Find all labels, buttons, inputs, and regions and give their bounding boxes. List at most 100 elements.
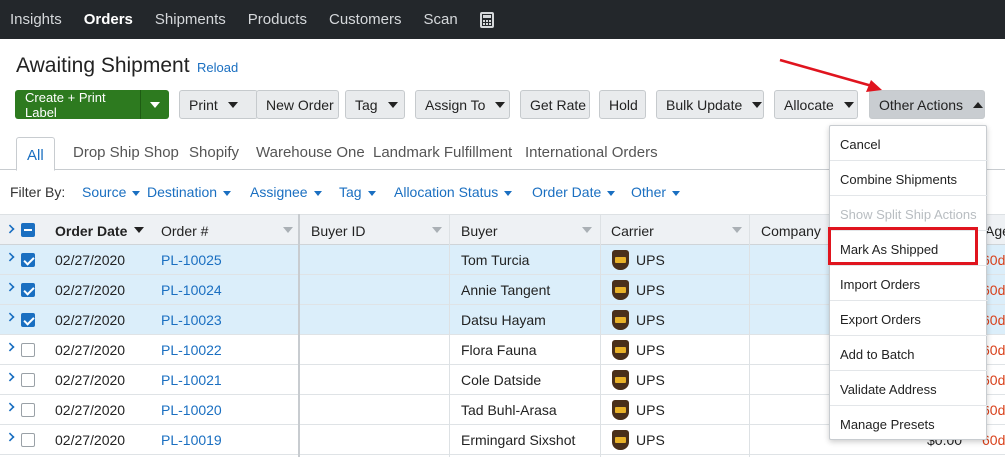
header-carrier[interactable]: Carrier <box>611 223 654 239</box>
assign-to-label: Assign To <box>425 96 486 113</box>
filter-other[interactable]: Other <box>631 184 681 200</box>
sort-desc-icon[interactable] <box>134 227 144 233</box>
menu-item-export-orders[interactable]: Export Orders <box>830 301 988 336</box>
ups-logo-icon <box>612 310 629 330</box>
buyer-cell: Annie Tangent <box>461 282 551 298</box>
create-print-dropdown-toggle[interactable] <box>141 90 169 119</box>
chevron-down-icon <box>672 190 681 196</box>
expand-row-chevron-icon[interactable] <box>5 312 15 322</box>
new-order-button[interactable]: New Order <box>256 90 339 119</box>
create-print-label-label[interactable]: Create + Print Label <box>15 90 141 120</box>
header-buyer-id[interactable]: Buyer ID <box>311 223 365 239</box>
expand-row-chevron-icon[interactable] <box>5 342 15 352</box>
header-order-date[interactable]: Order Date <box>55 223 127 239</box>
tab-landmark-fulfillment[interactable]: Landmark Fulfillment <box>373 144 512 161</box>
top-nav: Insights Orders Shipments Products Custo… <box>0 0 1005 39</box>
order-number-link[interactable]: PL-10025 <box>161 252 222 268</box>
select-all-checkbox[interactable] <box>21 223 35 237</box>
header-company[interactable]: Company <box>761 223 821 239</box>
expand-row-chevron-icon[interactable] <box>5 432 15 442</box>
column-menu-icon[interactable] <box>283 227 293 233</box>
row-checkbox[interactable] <box>21 313 35 327</box>
filter-tag-label: Tag <box>339 184 362 200</box>
order-number-link[interactable]: PL-10024 <box>161 282 222 298</box>
order-number-link[interactable]: PL-10022 <box>161 342 222 358</box>
order-number-link[interactable]: PL-10021 <box>161 372 222 388</box>
header-age[interactable]: Age <box>985 223 1005 239</box>
column-divider <box>749 214 750 457</box>
expand-all-chevron-icon[interactable] <box>5 224 15 234</box>
bulk-update-button[interactable]: Bulk Update <box>656 90 764 119</box>
nav-insights[interactable]: Insights <box>10 11 62 28</box>
calculator-icon[interactable] <box>479 11 494 28</box>
tab-international-orders[interactable]: International Orders <box>525 144 658 161</box>
column-menu-icon[interactable] <box>732 227 742 233</box>
other-actions-menu: Cancel Combine Shipments Show Split Ship A… <box>829 125 988 441</box>
order-date-cell: 02/27/2020 <box>55 402 126 418</box>
nav-shipments[interactable]: Shipments <box>155 11 226 28</box>
column-menu-icon[interactable] <box>582 227 592 233</box>
print-button[interactable]: Print <box>179 90 258 119</box>
nav-customers[interactable]: Customers <box>329 11 402 28</box>
expand-row-chevron-icon[interactable] <box>5 252 15 262</box>
buyer-cell: Flora Fauna <box>461 342 537 358</box>
header-order-number[interactable]: Order # <box>161 223 208 239</box>
row-checkbox[interactable] <box>21 433 35 447</box>
other-actions-label: Other Actions <box>879 96 964 113</box>
order-number-link[interactable]: PL-10020 <box>161 402 222 418</box>
column-menu-icon[interactable] <box>432 227 442 233</box>
filter-destination-label: Destination <box>147 184 218 200</box>
filter-source-label: Source <box>82 184 127 200</box>
menu-item-manage-presets[interactable]: Manage Presets <box>830 406 988 441</box>
row-checkbox[interactable] <box>21 283 35 297</box>
expand-row-chevron-icon[interactable] <box>5 402 15 412</box>
nav-scan[interactable]: Scan <box>424 11 458 28</box>
header-buyer[interactable]: Buyer <box>461 223 498 239</box>
order-number-link[interactable]: PL-10019 <box>161 432 222 448</box>
get-rate-button[interactable]: Get Rate <box>520 90 590 119</box>
print-label: Print <box>189 96 218 113</box>
reload-link[interactable]: Reload <box>197 60 238 75</box>
nav-orders[interactable]: Orders <box>84 11 133 28</box>
ups-logo-icon <box>612 280 629 300</box>
column-divider <box>298 214 300 457</box>
filter-source[interactable]: Source <box>82 184 141 200</box>
order-date-cell: 02/27/2020 <box>55 432 126 448</box>
chevron-down-icon <box>607 190 616 196</box>
row-checkbox[interactable] <box>21 343 35 357</box>
tab-drop-ship-shop[interactable]: Drop Ship Shop <box>73 144 179 161</box>
menu-item-add-to-batch[interactable]: Add to Batch <box>830 336 988 371</box>
chevron-down-icon <box>227 101 238 108</box>
menu-item-validate-address[interactable]: Validate Address <box>830 371 988 406</box>
row-checkbox[interactable] <box>21 373 35 387</box>
order-number-link[interactable]: PL-10023 <box>161 312 222 328</box>
filter-assignee[interactable]: Assignee <box>250 184 322 200</box>
get-rate-label: Get Rate <box>530 96 587 113</box>
nav-products[interactable]: Products <box>248 11 307 28</box>
row-checkbox[interactable] <box>21 403 35 417</box>
ups-logo-icon <box>612 400 629 420</box>
buyer-cell: Tom Turcia <box>461 252 530 268</box>
hold-button[interactable]: Hold <box>599 90 646 119</box>
expand-row-chevron-icon[interactable] <box>5 282 15 292</box>
filter-order-date[interactable]: Order Date <box>532 184 616 200</box>
menu-item-cancel[interactable]: Cancel <box>830 126 988 161</box>
tab-shopify[interactable]: Shopify <box>189 144 239 161</box>
expand-row-chevron-icon[interactable] <box>5 372 15 382</box>
filter-allocation-status[interactable]: Allocation Status <box>394 184 513 200</box>
menu-item-combine-shipments[interactable]: Combine Shipments <box>830 161 988 196</box>
menu-item-import-orders[interactable]: Import Orders <box>830 266 988 301</box>
filter-tag[interactable]: Tag <box>339 184 376 200</box>
tab-all[interactable]: All <box>16 137 55 171</box>
assign-to-button[interactable]: Assign To <box>415 90 510 119</box>
filter-other-label: Other <box>631 184 667 200</box>
tag-button[interactable]: Tag <box>345 90 405 119</box>
tag-label: Tag <box>355 96 378 113</box>
allocate-label: Allocate <box>784 96 834 113</box>
filter-destination[interactable]: Destination <box>147 184 232 200</box>
create-print-label-button[interactable]: Create + Print Label <box>15 90 169 120</box>
tab-warehouse-one[interactable]: Warehouse One <box>256 144 365 161</box>
carrier-cell: UPS <box>636 252 665 268</box>
carrier-cell: UPS <box>636 342 665 358</box>
row-checkbox[interactable] <box>21 253 35 267</box>
